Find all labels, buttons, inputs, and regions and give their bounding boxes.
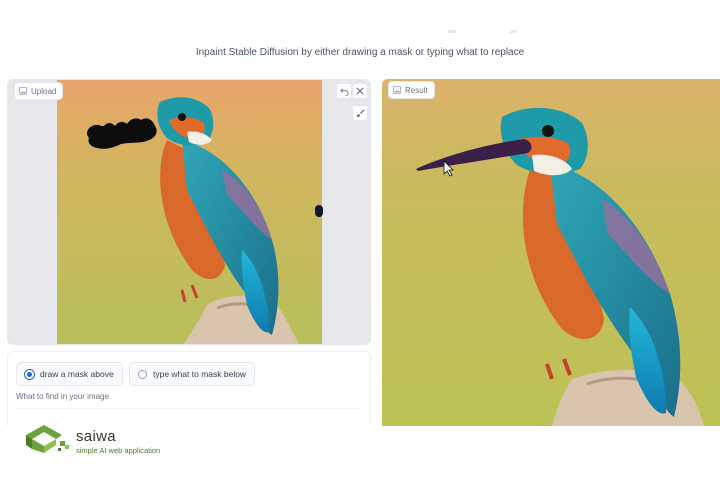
brush-icon <box>356 108 365 117</box>
undo-button[interactable] <box>336 83 352 99</box>
result-panel: Result <box>382 79 720 426</box>
undo-icon <box>339 87 348 96</box>
sketch-canvas[interactable] <box>57 80 322 344</box>
radio-draw-mask[interactable]: draw a mask above <box>16 362 123 386</box>
brush-button[interactable] <box>352 105 368 121</box>
mask-options-group: draw a mask above type what to mask belo… <box>7 351 371 431</box>
header-residue <box>448 30 456 33</box>
result-image <box>382 79 720 426</box>
watermark-tagline: simple AI web application <box>76 446 161 455</box>
header-residue <box>510 30 517 33</box>
clear-button[interactable] <box>352 83 368 99</box>
page-subtitle: Inpaint Stable Diffusion by either drawi… <box>195 47 525 58</box>
watermark-name: saiwa <box>76 428 116 445</box>
result-label: Result <box>388 81 435 99</box>
radio-type-mask-label: type what to mask below <box>153 369 247 379</box>
brush-cursor <box>315 205 323 217</box>
upload-panel[interactable]: Upload <box>7 79 371 345</box>
radio-unchecked-icon <box>138 369 147 379</box>
image-icon <box>393 86 401 94</box>
radio-draw-mask-label: draw a mask above <box>40 369 114 379</box>
upload-label: Upload <box>14 82 64 100</box>
radio-checked-icon <box>25 369 34 379</box>
prompt-field-label: What to find in your image <box>16 392 109 401</box>
upload-label-text: Upload <box>31 86 57 96</box>
image-icon <box>19 87 27 95</box>
radio-type-mask[interactable]: type what to mask below <box>129 362 256 386</box>
result-label-text: Result <box>405 85 428 95</box>
close-icon <box>356 87 364 95</box>
saiwa-logo-icon <box>26 425 69 453</box>
